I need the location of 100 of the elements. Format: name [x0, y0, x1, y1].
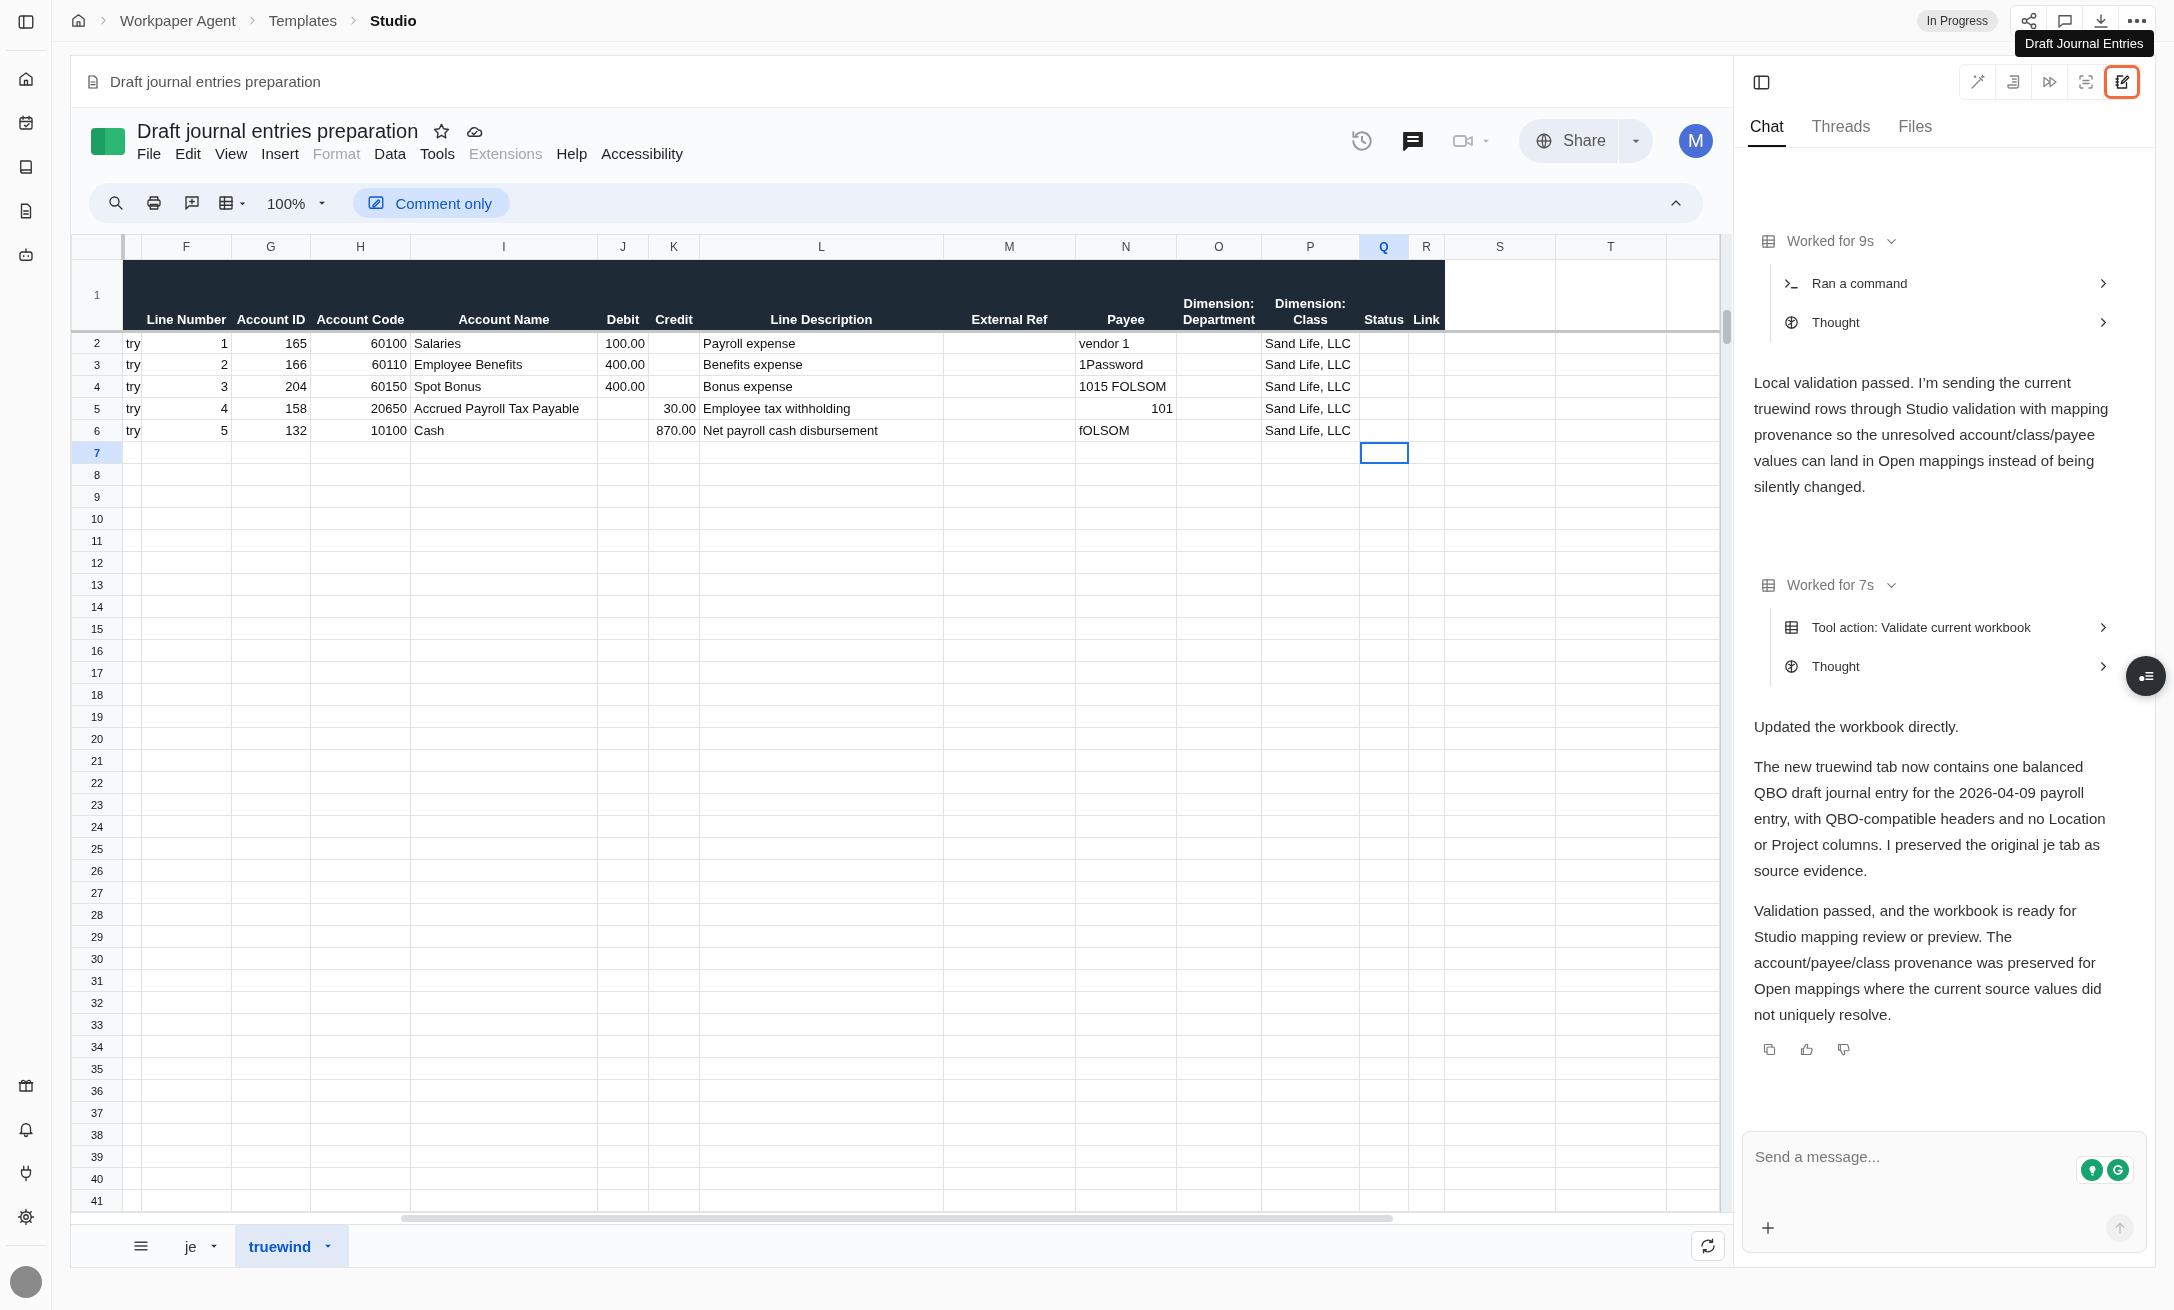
sync-button[interactable]	[1691, 1231, 1725, 1261]
row-number[interactable]: 34	[71, 1035, 123, 1058]
table-cell[interactable]: 166	[231, 353, 311, 376]
table-cell[interactable]: 20650	[310, 397, 411, 420]
row-number[interactable]: 5	[71, 397, 123, 420]
row-number[interactable]: 21	[71, 749, 123, 772]
row-number[interactable]: 14	[71, 595, 123, 618]
row-number[interactable]: 27	[71, 881, 123, 904]
row-number[interactable]: 40	[71, 1167, 123, 1190]
row-number[interactable]: 24	[71, 815, 123, 838]
menu-item[interactable]: Help	[556, 145, 588, 162]
row-number[interactable]: 20	[71, 727, 123, 750]
menu-item[interactable]: Insert	[261, 145, 299, 162]
work-summary-toggle[interactable]: Worked for 9s	[1754, 228, 1899, 254]
row-number[interactable]: 1	[71, 259, 123, 332]
zoom-dropdown[interactable]: 100%	[261, 194, 336, 212]
menu-item[interactable]: Edit	[175, 145, 202, 162]
spreadsheet-title[interactable]: Draft journal entries preparation	[137, 120, 419, 143]
table-cell[interactable]: 101	[1075, 397, 1177, 420]
column-header[interactable]: J	[597, 234, 649, 260]
row-number[interactable]: 36	[71, 1079, 123, 1102]
table-cell[interactable]: Sand Life, LLC	[1261, 331, 1360, 354]
row-number[interactable]: 17	[71, 661, 123, 684]
step-row[interactable]: Thought	[1783, 647, 2111, 686]
step-row[interactable]: Tool action: Validate current workbook	[1783, 608, 2111, 647]
row-number[interactable]: 26	[71, 859, 123, 882]
table-cell[interactable]: 60100	[310, 331, 411, 354]
column-header[interactable]: I	[410, 234, 598, 260]
table-cell[interactable]: 100.00	[597, 331, 649, 354]
table-cell[interactable]: 10100	[310, 419, 411, 442]
tab[interactable]: Chat	[1748, 108, 1786, 147]
column-header[interactable]: P	[1261, 234, 1360, 260]
table-cell[interactable]: 870.00	[648, 419, 700, 442]
table-cell[interactable]: 165	[231, 331, 311, 354]
row-number[interactable]: 6	[71, 419, 123, 442]
table-cell[interactable]: Employee Benefits	[410, 353, 598, 376]
comment-only-button[interactable]: Comment only	[353, 188, 511, 218]
like-button[interactable]	[1799, 1042, 1814, 1057]
column-header[interactable]: R	[1408, 234, 1445, 260]
step-row[interactable]: Ran a command	[1783, 264, 2111, 303]
star-button[interactable]	[432, 122, 452, 141]
table-cell[interactable]: Sand Life, LLC	[1261, 419, 1360, 442]
table-cell[interactable]: 204	[231, 375, 311, 398]
user-avatar[interactable]	[9, 1266, 42, 1298]
home-link[interactable]	[70, 12, 87, 29]
row-number[interactable]: 13	[71, 573, 123, 596]
table-cell[interactable]: Salaries	[410, 331, 598, 354]
table-cell[interactable]: 30.00	[648, 397, 700, 420]
table-cell[interactable]: Employee tax withholding	[699, 397, 944, 420]
column-header[interactable]: T	[1555, 234, 1667, 260]
horizontal-scrollbar[interactable]	[401, 1213, 1393, 1224]
column-header[interactable]: H	[310, 234, 411, 260]
table-cell[interactable]: Sand Life, LLC	[1261, 375, 1360, 398]
table-cell[interactable]: 3	[141, 375, 232, 398]
row-number[interactable]: 37	[71, 1101, 123, 1124]
row-number[interactable]: 25	[71, 837, 123, 860]
vertical-scrollbar[interactable]	[1720, 234, 1732, 1212]
step-row[interactable]: Thought	[1783, 303, 2111, 342]
menu-item[interactable]: File	[137, 145, 162, 162]
row-number[interactable]: 18	[71, 683, 123, 706]
row-number[interactable]: 39	[71, 1145, 123, 1168]
attach-button[interactable]	[1759, 1219, 1777, 1237]
table-cell[interactable]: Cash	[410, 419, 598, 442]
row-number[interactable]: 31	[71, 969, 123, 992]
lightbulb-icon[interactable]	[2081, 1159, 2103, 1181]
row-number[interactable]: 29	[71, 925, 123, 948]
table-cell[interactable]: Accrued Payroll Tax Payable	[410, 397, 598, 420]
table-cell[interactable]: 1Password	[1075, 353, 1177, 376]
table-cell[interactable]: 2	[141, 353, 232, 376]
row-number[interactable]: 41	[71, 1189, 123, 1212]
row-number[interactable]: 12	[71, 551, 123, 574]
tab[interactable]: Threads	[1809, 108, 1873, 147]
table-cell[interactable]: fOLSOM	[1075, 419, 1177, 442]
table-cell[interactable]: Spot Bonus	[410, 375, 598, 398]
floating-action-button[interactable]	[2126, 656, 2166, 696]
row-number[interactable]: 23	[71, 793, 123, 816]
row-number[interactable]: 22	[71, 771, 123, 794]
table-cell[interactable]: try	[122, 331, 142, 354]
menu-item[interactable]: Accessibility	[601, 145, 683, 162]
row-number[interactable]: 8	[71, 463, 123, 486]
table-cell[interactable]: 400.00	[597, 375, 649, 398]
dislike-button[interactable]	[1836, 1042, 1851, 1057]
table-cell[interactable]: 132	[231, 419, 311, 442]
row-number[interactable]: 2	[71, 331, 123, 354]
row-number[interactable]: 28	[71, 903, 123, 926]
row-number[interactable]: 15	[71, 617, 123, 640]
table-cell[interactable]: Benefits expense	[699, 353, 944, 376]
column-header[interactable]: O	[1176, 234, 1262, 260]
row-number[interactable]: 19	[71, 705, 123, 728]
table-cell[interactable]: try	[122, 397, 142, 420]
row-number[interactable]: 4	[71, 375, 123, 398]
column-header[interactable]: L	[699, 234, 944, 260]
ring-logo-icon[interactable]	[2107, 1159, 2129, 1181]
tab[interactable]: Files	[1896, 108, 1935, 147]
column-header[interactable]: Q	[1359, 234, 1409, 260]
breadcrumb-link[interactable]: Templates	[268, 12, 337, 29]
menu-item[interactable]: Data	[374, 145, 406, 162]
column-header[interactable]: N	[1075, 234, 1177, 260]
row-number[interactable]: 33	[71, 1013, 123, 1036]
column-header[interactable]: G	[231, 234, 311, 260]
